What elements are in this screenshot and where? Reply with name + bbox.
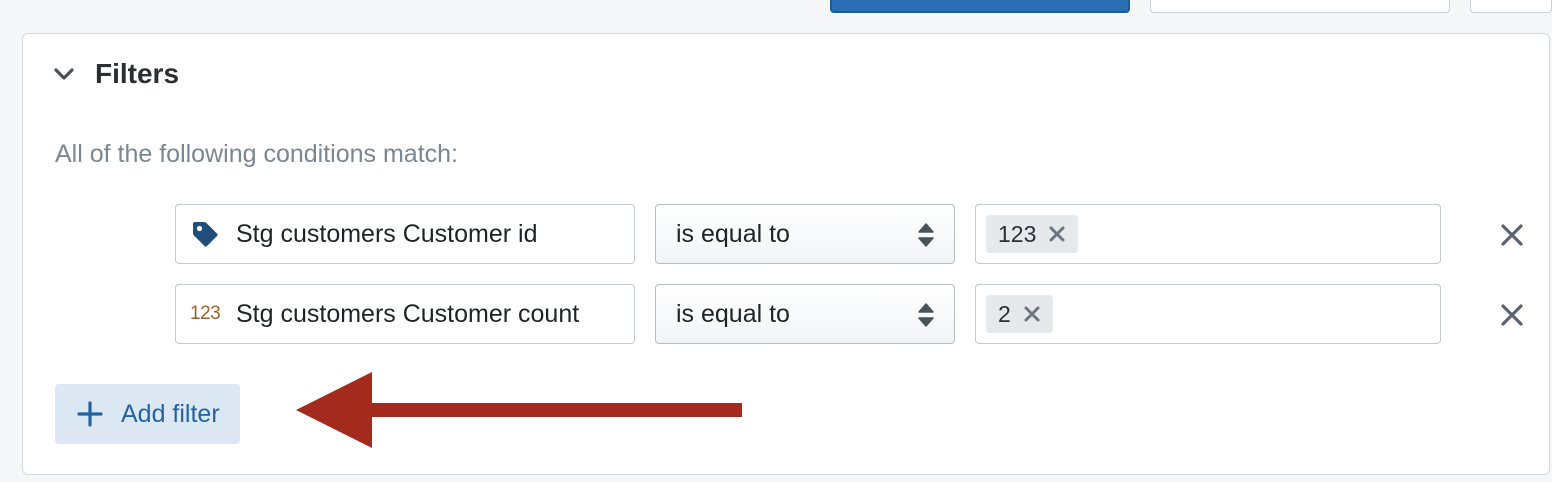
toolbar-tertiary-button[interactable] <box>1470 0 1552 13</box>
value-input[interactable]: 123 <box>975 204 1441 264</box>
plus-icon <box>77 401 103 427</box>
value-input[interactable]: 2 <box>975 284 1441 344</box>
close-icon <box>1501 304 1523 326</box>
conditions-label: All of the following conditions match: <box>55 140 458 168</box>
add-filter-button[interactable]: Add filter <box>55 384 240 444</box>
toolbar-primary-button[interactable] <box>830 0 1130 13</box>
close-icon[interactable] <box>1023 305 1041 323</box>
close-icon <box>1501 224 1523 246</box>
close-icon[interactable] <box>1048 225 1066 243</box>
annotation-arrow-icon <box>296 372 742 448</box>
value-chip-label: 123 <box>998 220 1037 247</box>
operator-value: is equal to <box>676 299 790 328</box>
operator-select[interactable]: is equal to <box>655 284 955 344</box>
sort-updown-icon <box>916 222 936 248</box>
filter-row: 123 Stg customers Customer count is equa… <box>175 284 1523 344</box>
filter-row: Stg customers Customer id is equal to 12… <box>175 204 1523 264</box>
operator-select[interactable]: is equal to <box>655 204 955 264</box>
value-chip: 2 <box>986 295 1053 333</box>
field-name: Stg customers Customer count <box>236 299 580 328</box>
value-chip: 123 <box>986 215 1079 253</box>
toolbar-secondary-button[interactable] <box>1150 0 1450 13</box>
remove-filter-button[interactable] <box>1497 220 1527 250</box>
add-filter-label: Add filter <box>121 399 220 428</box>
filters-panel-header[interactable]: Filters <box>53 58 179 90</box>
field-name: Stg customers Customer id <box>236 219 538 248</box>
filters-panel: Filters All of the following conditions … <box>22 33 1550 475</box>
operator-value: is equal to <box>676 219 790 248</box>
tag-icon <box>190 218 222 250</box>
panel-title: Filters <box>95 58 180 89</box>
value-chip-label: 2 <box>998 300 1011 327</box>
page: Filters All of the following conditions … <box>0 0 1552 482</box>
remove-filter-button[interactable] <box>1497 300 1527 330</box>
number-123-icon: 123 <box>190 303 221 324</box>
field-picker[interactable]: 123 Stg customers Customer count <box>175 284 635 344</box>
sort-updown-icon <box>916 302 936 328</box>
field-picker[interactable]: Stg customers Customer id <box>175 204 635 264</box>
chevron-down-icon[interactable] <box>53 63 75 85</box>
